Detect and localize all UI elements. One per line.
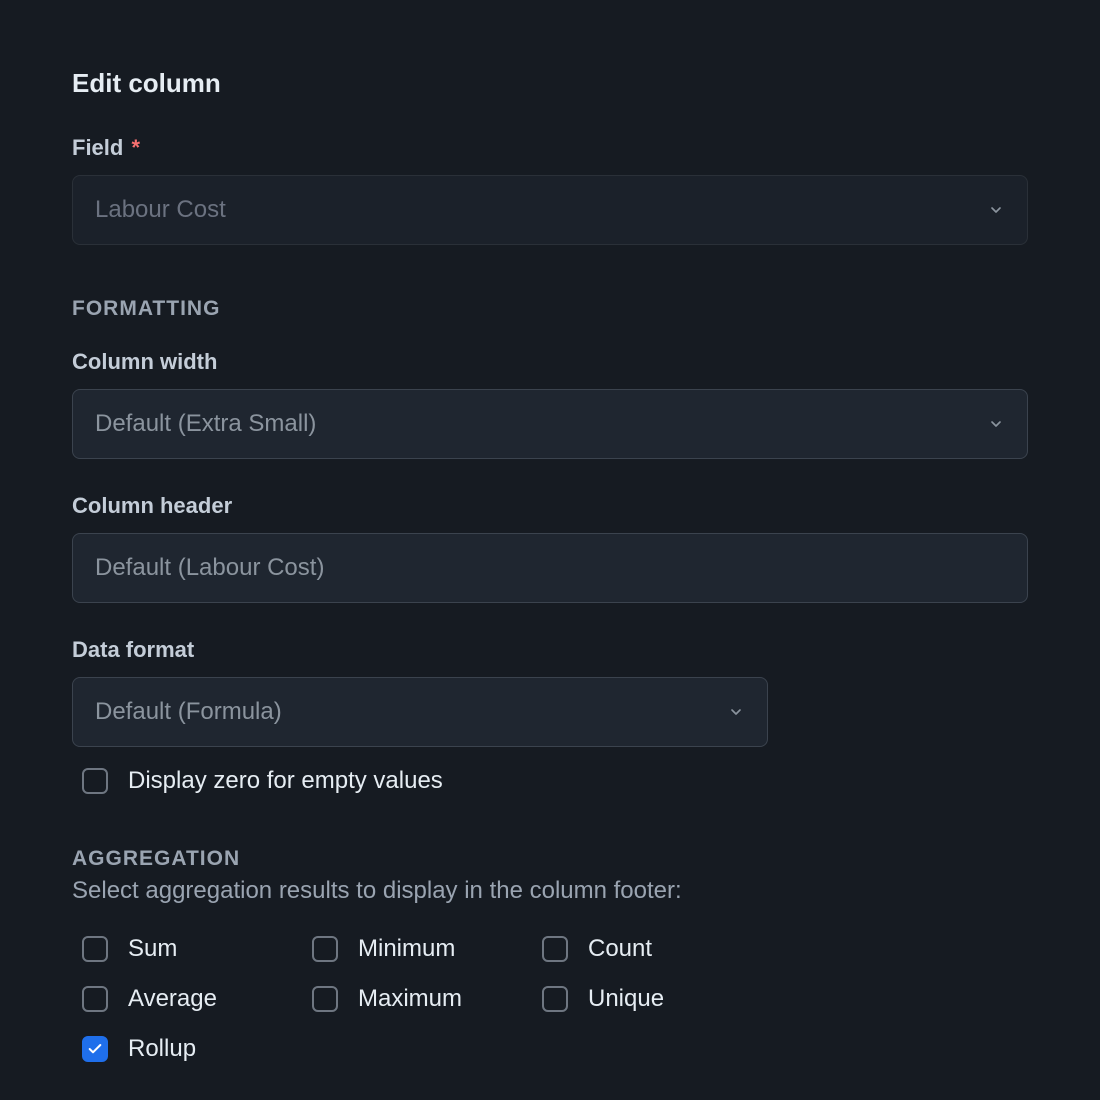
minimum-label: Minimum <box>358 935 455 963</box>
sum-label: Sum <box>128 935 177 963</box>
aggregation-count: Count <box>542 935 772 963</box>
unique-checkbox[interactable] <box>542 986 568 1012</box>
data-format-group: Data format Default (Formula) Display ze… <box>72 637 1028 795</box>
display-zero-label: Display zero for empty values <box>128 767 443 795</box>
column-width-select[interactable]: Default (Extra Small) <box>72 389 1028 459</box>
maximum-checkbox[interactable] <box>312 986 338 1012</box>
count-label: Count <box>588 935 652 963</box>
display-zero-checkbox[interactable] <box>82 768 108 794</box>
field-select-value: Labour Cost <box>95 196 226 224</box>
aggregation-heading: AGGREGATION <box>72 847 1028 871</box>
chevron-down-icon <box>987 415 1005 433</box>
field-group: Field * Labour Cost <box>72 135 1028 245</box>
maximum-label: Maximum <box>358 985 462 1013</box>
aggregation-unique: Unique <box>542 985 772 1013</box>
field-label: Field * <box>72 135 1028 161</box>
sum-checkbox[interactable] <box>82 936 108 962</box>
column-width-label: Column width <box>72 349 1028 375</box>
column-header-label: Column header <box>72 493 1028 519</box>
aggregation-maximum: Maximum <box>312 985 542 1013</box>
data-format-select[interactable]: Default (Formula) <box>72 677 768 747</box>
chevron-down-icon <box>727 703 745 721</box>
data-format-label: Data format <box>72 637 1028 663</box>
rollup-checkbox[interactable] <box>82 1036 108 1062</box>
aggregation-sum: Sum <box>82 935 312 963</box>
column-width-group: Column width Default (Extra Small) <box>72 349 1028 459</box>
chevron-down-icon <box>987 201 1005 219</box>
rollup-label: Rollup <box>128 1035 196 1063</box>
page-title: Edit column <box>72 68 1028 99</box>
required-marker: * <box>131 135 140 160</box>
average-label: Average <box>128 985 217 1013</box>
minimum-checkbox[interactable] <box>312 936 338 962</box>
count-checkbox[interactable] <box>542 936 568 962</box>
unique-label: Unique <box>588 985 664 1013</box>
field-select[interactable]: Labour Cost <box>72 175 1028 245</box>
formatting-heading: FORMATTING <box>72 297 1028 321</box>
aggregation-minimum: Minimum <box>312 935 542 963</box>
aggregation-rollup: Rollup <box>82 1035 312 1063</box>
column-width-select-value: Default (Extra Small) <box>95 410 316 438</box>
column-header-input[interactable] <box>72 533 1028 603</box>
aggregation-subtext: Select aggregation results to display in… <box>72 877 1028 905</box>
column-header-group: Column header <box>72 493 1028 603</box>
data-format-select-value: Default (Formula) <box>95 698 282 726</box>
average-checkbox[interactable] <box>82 986 108 1012</box>
aggregation-average: Average <box>82 985 312 1013</box>
aggregation-options: Sum Minimum Count Average Maximum Unique <box>82 935 1028 1063</box>
display-zero-row: Display zero for empty values <box>82 767 1028 795</box>
